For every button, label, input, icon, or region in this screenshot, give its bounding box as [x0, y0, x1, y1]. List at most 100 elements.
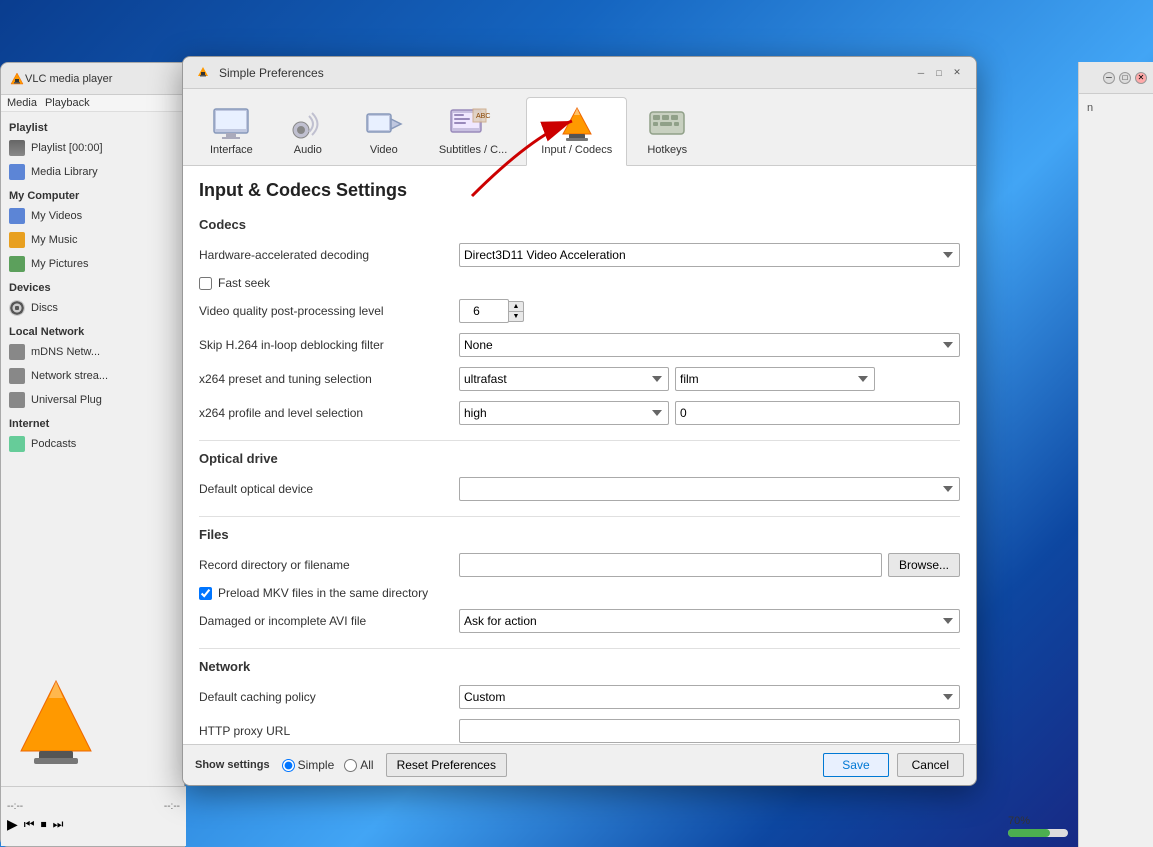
right-panel-link: n: [1087, 102, 1145, 114]
dialog-title-bar: Simple Preferences ─ □ ✕: [183, 57, 976, 89]
hotkeys-tab-icon: [646, 104, 688, 144]
sidebar-section-my-computer: My Computer: [1, 184, 184, 204]
sidebar-section-internet: Internet: [1, 412, 184, 432]
sidebar-item-network-stream[interactable]: Network strea...: [1, 364, 184, 388]
sidebar-item-my-videos[interactable]: My Videos: [1, 204, 184, 228]
skip-h264-select[interactable]: None All Non-ref: [459, 333, 960, 357]
page-title: Input & Codecs Settings: [199, 180, 960, 201]
right-close-btn[interactable]: ✕: [1135, 72, 1147, 84]
record-dir-input[interactable]: [459, 553, 882, 577]
network-section-title: Network: [199, 659, 960, 674]
volume-display: 70%: [1008, 815, 1068, 837]
save-button[interactable]: Save: [823, 753, 888, 777]
tab-audio[interactable]: Audio: [272, 97, 344, 165]
divider-1: [199, 440, 960, 441]
vlc-menu-media[interactable]: Media: [7, 97, 37, 109]
x264-preset-row: x264 preset and tuning selection ultrafa…: [199, 366, 960, 392]
x264-preset-select[interactable]: ultrafast superfast veryfast faster: [459, 367, 669, 391]
record-dir-row: Record directory or filename Browse...: [199, 552, 960, 578]
right-minimize-btn[interactable]: ─: [1103, 72, 1115, 84]
x264-profile-control: high baseline main: [459, 401, 960, 425]
video-quality-spinner-buttons: ▲ ▼: [508, 301, 524, 322]
record-dir-label: Record directory or filename: [199, 558, 459, 572]
sidebar-item-universal-plug[interactable]: Universal Plug: [1, 388, 184, 412]
damaged-avi-row: Damaged or incomplete AVI file Ask for a…: [199, 608, 960, 634]
x264-profile-label: x264 profile and level selection: [199, 406, 459, 420]
tab-subtitles[interactable]: ABC Subtitles / C...: [424, 97, 522, 165]
codecs-section-title: Codecs: [199, 217, 960, 232]
sidebar-item-media-library-label: Media Library: [31, 166, 98, 178]
record-dir-control: Browse...: [459, 553, 960, 577]
tab-video[interactable]: Video: [348, 97, 420, 165]
sidebar-item-podcasts[interactable]: Podcasts: [1, 432, 184, 456]
show-simple-radio[interactable]: [282, 759, 295, 772]
stop-button[interactable]: ⏹: [41, 817, 47, 832]
show-all-label: All: [360, 758, 373, 772]
preload-mkv-checkbox[interactable]: [199, 587, 212, 600]
caching-policy-label: Default caching policy: [199, 690, 459, 704]
dialog-maximize-btn[interactable]: □: [932, 66, 946, 80]
footer-left: Show settings Simple All Reset Preferenc…: [195, 753, 507, 777]
default-optical-device-control: [459, 477, 960, 501]
sidebar-item-my-music[interactable]: My Music: [1, 228, 184, 252]
input-codecs-tab-icon: [556, 104, 598, 144]
playlist-icon: [9, 140, 25, 156]
x264-level-input[interactable]: [675, 401, 960, 425]
my-videos-icon: [9, 208, 25, 224]
cancel-button[interactable]: Cancel: [897, 753, 964, 777]
hw-accel-row: Hardware-accelerated decoding Direct3D11…: [199, 242, 960, 268]
hw-accel-select[interactable]: Direct3D11 Video Acceleration None Direc…: [459, 243, 960, 267]
caching-policy-row: Default caching policy Custom Lowest lat…: [199, 684, 960, 710]
skip-h264-row: Skip H.264 in-loop deblocking filter Non…: [199, 332, 960, 358]
dialog-title-text: Simple Preferences: [219, 66, 324, 80]
http-proxy-input[interactable]: [459, 719, 960, 743]
sidebar-item-discs[interactable]: Discs: [1, 296, 184, 320]
damaged-avi-select[interactable]: Ask for action Always fix Never fix: [459, 609, 960, 633]
next-button[interactable]: ⏭: [53, 817, 64, 832]
vlc-playback-bar: --:-- --:-- ▶ ⏮ ⏹ ⏭: [1, 786, 186, 846]
video-quality-down-btn[interactable]: ▼: [508, 311, 524, 322]
sidebar-section-local-network: Local Network: [1, 320, 184, 340]
tab-audio-label: Audio: [294, 144, 322, 156]
skip-h264-control: None All Non-ref: [459, 333, 960, 357]
video-quality-up-btn[interactable]: ▲: [508, 301, 524, 312]
sidebar-item-mdns-label: mDNS Netw...: [31, 346, 100, 358]
show-all-radio[interactable]: [344, 759, 357, 772]
vlc-menu-playback[interactable]: Playback: [45, 97, 90, 109]
tab-hotkeys[interactable]: Hotkeys: [631, 97, 703, 165]
play-button[interactable]: ▶: [7, 816, 18, 833]
dialog-title-left: Simple Preferences: [195, 65, 324, 81]
sidebar-item-playlist[interactable]: Playlist [00:00]: [1, 136, 184, 160]
browse-button[interactable]: Browse...: [888, 553, 960, 577]
video-quality-input[interactable]: [459, 299, 509, 323]
reset-preferences-button[interactable]: Reset Preferences: [386, 753, 507, 777]
tab-input-codecs[interactable]: Input / Codecs: [526, 97, 627, 166]
vlc-menu-bar: Media Playback: [1, 95, 184, 112]
prev-button[interactable]: ⏮: [24, 817, 35, 832]
tab-bar: Interface Audio Video: [183, 89, 976, 166]
vlc-title-icon: [9, 71, 25, 87]
caching-policy-control: Custom Lowest latency Low latency Normal…: [459, 685, 960, 709]
sidebar-item-mdns[interactable]: mDNS Netw...: [1, 340, 184, 364]
default-optical-device-select[interactable]: [459, 477, 960, 501]
dialog-close-btn[interactable]: ✕: [950, 66, 964, 80]
dialog-minimize-btn[interactable]: ─: [914, 66, 928, 80]
time-left: --:--: [7, 801, 23, 812]
divider-2: [199, 516, 960, 517]
sidebar-item-media-library[interactable]: Media Library: [1, 160, 184, 184]
fast-seek-checkbox[interactable]: [199, 277, 212, 290]
sidebar-item-my-pictures[interactable]: My Pictures: [1, 252, 184, 276]
tab-interface[interactable]: Interface: [195, 97, 268, 165]
sidebar-item-universal-plug-label: Universal Plug: [31, 394, 102, 406]
video-quality-label: Video quality post-processing level: [199, 304, 459, 318]
discs-icon: [9, 300, 25, 316]
vlc-sidebar: Playlist Playlist [00:00] Media Library …: [1, 112, 184, 460]
right-maximize-btn[interactable]: □: [1119, 72, 1131, 84]
caching-policy-select[interactable]: Custom Lowest latency Low latency Normal…: [459, 685, 960, 709]
podcasts-icon: [9, 436, 25, 452]
x264-profile-select[interactable]: high baseline main: [459, 401, 669, 425]
x264-tuning-select[interactable]: film animation grain: [675, 367, 875, 391]
sidebar-item-podcasts-label: Podcasts: [31, 438, 76, 450]
x264-profile-row: x264 profile and level selection high ba…: [199, 400, 960, 426]
volume-percent: 70%: [1008, 815, 1030, 827]
